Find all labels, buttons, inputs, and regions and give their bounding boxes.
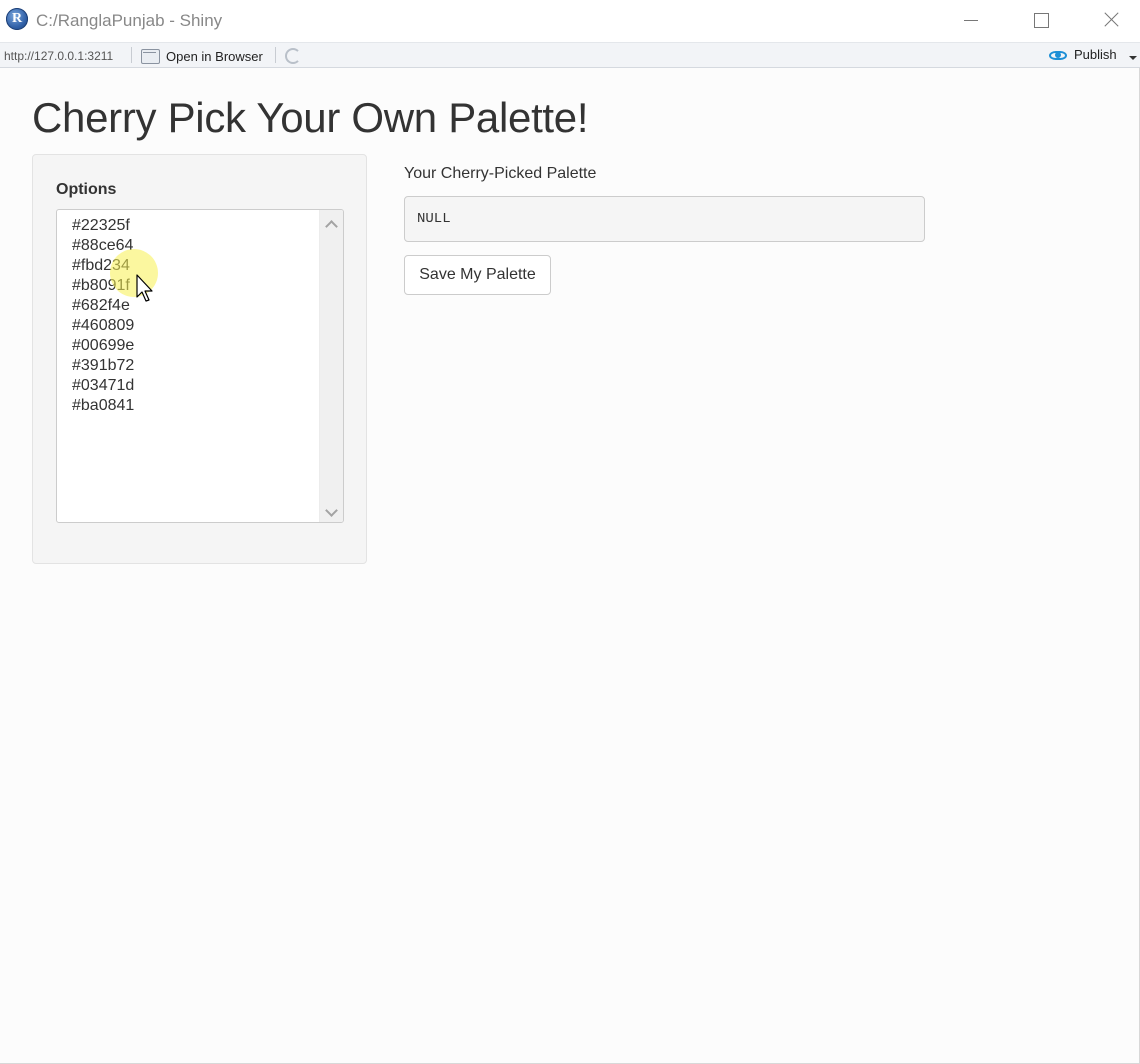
scroll-up-icon[interactable] xyxy=(326,218,336,228)
toolbar-divider xyxy=(131,47,132,63)
toolbar-divider xyxy=(275,47,276,63)
url-display[interactable]: http://127.0.0.1:3211 xyxy=(4,49,113,63)
app-window: R C:/RanglaPunjab - Shiny http://127.0.0… xyxy=(0,0,1140,1064)
option-item[interactable]: #fbd234 xyxy=(57,256,319,276)
page-title: Cherry Pick Your Own Palette! xyxy=(32,94,589,141)
palette-output-text: NULL xyxy=(417,211,451,227)
scroll-down-icon[interactable] xyxy=(326,506,336,516)
title-bar: R C:/RanglaPunjab - Shiny xyxy=(0,0,1140,42)
publish-dropdown-icon[interactable] xyxy=(1129,56,1137,60)
publish-eye-icon xyxy=(1049,48,1069,62)
save-palette-button[interactable]: Save My Palette xyxy=(404,255,551,295)
palette-output: NULL xyxy=(404,196,925,242)
options-list: #22325f #88ce64 #fbd234 #b8091f #682f4e … xyxy=(57,216,319,416)
open-in-browser-label: Open in Browser xyxy=(166,48,263,64)
options-listbox[interactable]: #22325f #88ce64 #fbd234 #b8091f #682f4e … xyxy=(56,209,344,523)
close-icon[interactable] xyxy=(1100,10,1124,30)
palette-label: Your Cherry-Picked Palette xyxy=(404,165,597,182)
viewer-toolbar: http://127.0.0.1:3211 Open in Browser Pu… xyxy=(0,42,1140,68)
options-label: Options xyxy=(56,181,117,198)
option-item[interactable]: #460809 xyxy=(57,316,319,336)
publish-button[interactable]: Publish xyxy=(1049,47,1117,62)
option-item[interactable]: #00699e xyxy=(57,336,319,356)
option-item[interactable]: #03471d xyxy=(57,376,319,396)
option-item[interactable]: #b8091f xyxy=(57,276,319,296)
sidebar-panel: Options #22325f #88ce64 #fbd234 #b8091f … xyxy=(32,154,367,564)
maximize-icon[interactable] xyxy=(1030,10,1054,30)
browser-window-icon xyxy=(141,48,160,64)
publish-label: Publish xyxy=(1074,47,1117,62)
r-logo-letter: R xyxy=(11,11,23,26)
option-item[interactable]: #682f4e xyxy=(57,296,319,316)
open-in-browser-button[interactable]: Open in Browser xyxy=(141,46,263,66)
window-title: C:/RanglaPunjab - Shiny xyxy=(36,11,223,30)
refresh-icon[interactable] xyxy=(285,48,301,64)
option-item[interactable]: #88ce64 xyxy=(57,236,319,256)
option-item[interactable]: #391b72 xyxy=(57,356,319,376)
listbox-scrollbar[interactable] xyxy=(319,210,343,522)
r-logo-icon: R xyxy=(6,8,28,30)
option-item[interactable]: #22325f xyxy=(57,216,319,236)
option-item[interactable]: #ba0841 xyxy=(57,396,319,416)
minimize-icon[interactable] xyxy=(960,10,984,30)
